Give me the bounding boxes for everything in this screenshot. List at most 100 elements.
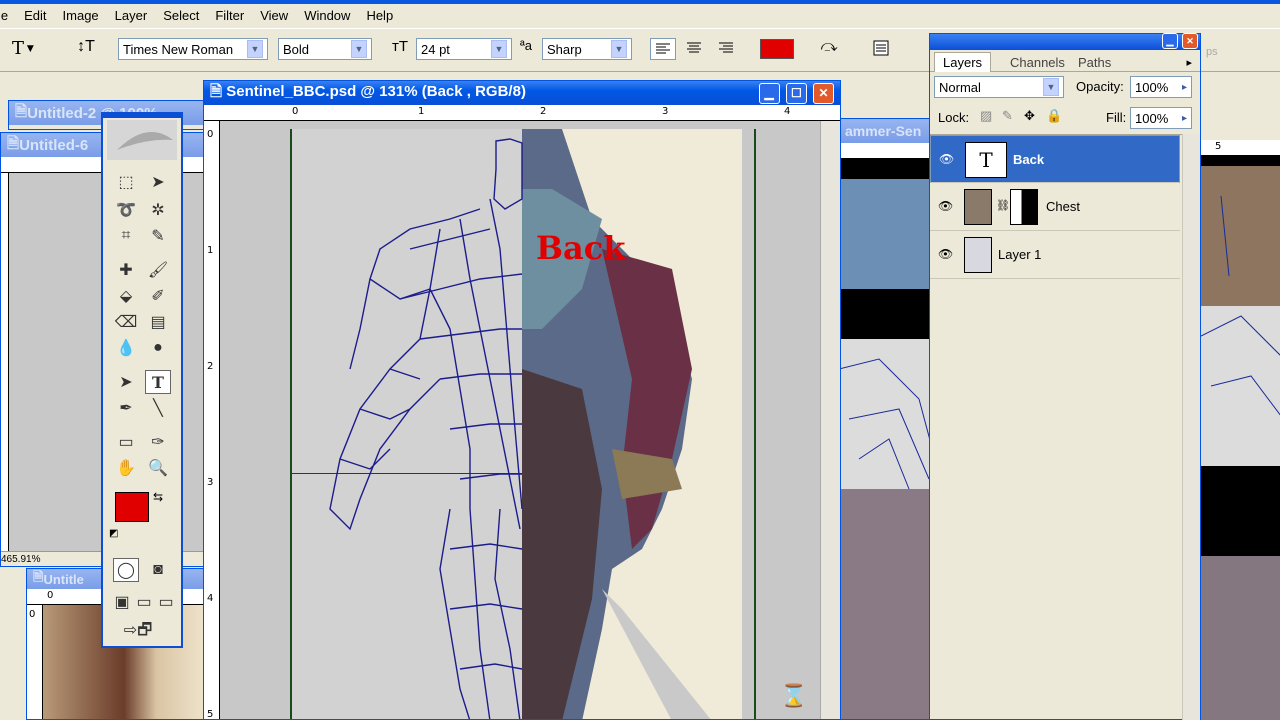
main-document-title-bar: 🗎 Sentinel_BBC.psd @ 131% (Back , RGB/8)… xyxy=(204,81,840,105)
text-orientation-icon[interactable]: ↕T xyxy=(74,38,98,60)
text-color-swatch[interactable] xyxy=(760,39,794,59)
magic-wand-icon[interactable]: ✲ xyxy=(145,198,171,222)
menu-help[interactable]: Help xyxy=(358,5,401,27)
eye-icon[interactable]: 👁 xyxy=(939,152,954,166)
layers-list: 👁 T Back 👁 ⛓ Chest 👁 Layer 1 xyxy=(930,134,1182,282)
bg-window-hammer-title: ammer-Sen xyxy=(839,119,933,143)
warp-text-icon[interactable]: ⤼ xyxy=(816,38,842,60)
foreground-color-swatch[interactable] xyxy=(115,492,149,522)
antialias-select[interactable]: Sharp ▼ xyxy=(542,38,632,60)
align-center-button[interactable] xyxy=(682,38,708,60)
gradient-icon[interactable]: ▤ xyxy=(145,310,171,334)
bg-window-hammer[interactable]: ammer-Sen xyxy=(838,118,934,720)
lock-transparent-icon[interactable]: ▨ xyxy=(980,108,992,124)
layer-mask-thumbnail xyxy=(1010,189,1038,225)
slice-icon[interactable]: ✎ xyxy=(145,224,171,248)
menu-filter[interactable]: Filter xyxy=(207,5,252,27)
lasso-icon[interactable]: ➰ xyxy=(113,198,139,222)
stamp-icon[interactable]: ⬙ xyxy=(113,284,139,308)
notes-icon[interactable]: ▭ xyxy=(113,430,139,454)
line-icon[interactable]: ╲ xyxy=(145,396,171,420)
wireframe-model xyxy=(329,138,523,719)
eraser-icon[interactable]: ⌫ xyxy=(113,310,139,334)
palette-title-bar: ▁ ✕ xyxy=(930,33,1200,50)
fill-label: Fill: xyxy=(1106,110,1127,125)
bg-window-right[interactable]: 5 xyxy=(1200,140,1280,720)
font-style-select[interactable]: Bold ▼ xyxy=(278,38,372,60)
brush-icon[interactable]: 🖌 xyxy=(145,258,171,282)
palettes-icon xyxy=(873,40,889,56)
dodge-icon[interactable]: ● xyxy=(145,336,171,360)
marquee-icon[interactable]: ⬚ xyxy=(113,170,139,194)
tool-preset-picker[interactable]: T ▼ xyxy=(12,38,48,60)
main-document-window[interactable]: 🗎 Sentinel_BBC.psd @ 131% (Back , RGB/8)… xyxy=(203,80,841,720)
vertical-scrollbar[interactable] xyxy=(820,121,840,719)
menu-layer[interactable]: Layer xyxy=(107,5,156,27)
menu-view[interactable]: View xyxy=(252,5,296,27)
layer-thumbnail xyxy=(964,189,992,225)
doc-icon: 🗎 xyxy=(210,82,227,100)
close-button[interactable]: ✕ xyxy=(1182,33,1198,49)
pen-icon[interactable]: ✒ xyxy=(113,396,139,420)
eyedropper-icon[interactable]: ✑ xyxy=(145,430,171,454)
layer-row-chest[interactable]: 👁 ⛓ Chest xyxy=(930,183,1180,231)
tab-paths[interactable]: Paths xyxy=(1072,54,1117,71)
align-right-icon xyxy=(719,42,733,53)
font-family-select[interactable]: Times New Roman ▼ xyxy=(118,38,268,60)
doc-icon: 🗎 xyxy=(15,102,28,120)
type-tool-icon[interactable]: T xyxy=(145,370,171,394)
menu-window[interactable]: Window xyxy=(296,5,358,27)
menu-image[interactable]: Image xyxy=(55,5,107,27)
lock-all-icon[interactable]: 🔒 xyxy=(1046,108,1062,124)
palettes-button[interactable] xyxy=(870,38,896,60)
chevron-down-icon: ▼ xyxy=(247,40,263,58)
crop-icon[interactable]: ⌗ xyxy=(113,224,139,248)
standard-mode-icon[interactable]: ◯ xyxy=(113,558,139,582)
palette-menu-icon[interactable]: ▸ xyxy=(1186,56,1192,69)
ruler-vertical: 0 1 2 3 4 5 xyxy=(204,121,220,719)
minimize-button[interactable]: ▁ xyxy=(758,82,780,104)
lock-paint-icon[interactable]: ✎ xyxy=(1002,108,1013,124)
menu-select[interactable]: Select xyxy=(155,5,207,27)
canvas-area[interactable]: Back ⌛ xyxy=(220,121,820,719)
lock-move-icon[interactable]: ✥ xyxy=(1024,108,1035,124)
eye-icon[interactable]: 👁 xyxy=(938,247,953,261)
eye-icon[interactable]: 👁 xyxy=(938,199,953,213)
screen-mode-full-icon[interactable]: ▭ xyxy=(153,590,179,614)
path-select-icon[interactable]: ➤ xyxy=(113,370,139,394)
layer-thumbnail xyxy=(964,237,992,273)
healing-icon[interactable]: ✚ xyxy=(113,258,139,282)
menu-edit[interactable]: Edit xyxy=(16,5,54,27)
swap-colors-icon[interactable]: ⇆ xyxy=(153,490,163,504)
chevron-down-icon: ▼ xyxy=(1043,78,1059,96)
layer-row-layer1[interactable]: 👁 Layer 1 xyxy=(930,231,1180,279)
maximize-button[interactable]: ☐ xyxy=(785,82,807,104)
link-icon: ⛓ xyxy=(996,200,1010,212)
layers-scrollbar[interactable] xyxy=(1182,134,1200,720)
tab-channels[interactable]: Channels xyxy=(1004,54,1071,71)
palette-tabs: Layers Channels Paths ▸ xyxy=(930,52,1200,72)
opacity-input[interactable]: 100% ▸ xyxy=(1130,76,1192,98)
align-right-button[interactable] xyxy=(714,38,740,60)
tab-layers[interactable]: Layers xyxy=(934,52,992,72)
minimize-button[interactable]: ▁ xyxy=(1162,33,1178,49)
doc-icon: 🗎 xyxy=(33,569,44,584)
layer-row-back[interactable]: 👁 T Back xyxy=(930,135,1180,183)
canvas-text-layer[interactable]: Back xyxy=(536,229,625,267)
menu-file[interactable]: le xyxy=(0,5,16,27)
blend-mode-select[interactable]: Normal ▼ xyxy=(934,76,1064,98)
toolbox: ⬚ ➤ ➰ ✲ ⌗ ✎ ✚ 🖌 ⬙ ✐ ⌫ ▤ 💧 ● ➤ T ✒ ╲ ▭ ✑ … xyxy=(101,112,183,648)
blur-icon[interactable]: 💧 xyxy=(113,336,139,360)
fill-input[interactable]: 100% ▸ xyxy=(1130,107,1192,129)
close-button[interactable]: ✕ xyxy=(813,82,834,104)
font-size-select[interactable]: 24 pt ▼ xyxy=(416,38,512,60)
align-left-button[interactable] xyxy=(650,38,676,60)
ruler-horizontal xyxy=(839,143,933,159)
zoom-icon[interactable]: 🔍 xyxy=(145,456,171,480)
jump-to-imageready-icon[interactable]: ⇨🗗 xyxy=(113,620,163,644)
default-colors-icon[interactable]: ◩ xyxy=(109,528,118,539)
quickmask-mode-icon[interactable]: ◙ xyxy=(145,558,171,582)
hand-icon[interactable]: ✋ xyxy=(113,456,139,480)
history-brush-icon[interactable]: ✐ xyxy=(145,284,171,308)
move-icon[interactable]: ➤ xyxy=(145,170,171,194)
